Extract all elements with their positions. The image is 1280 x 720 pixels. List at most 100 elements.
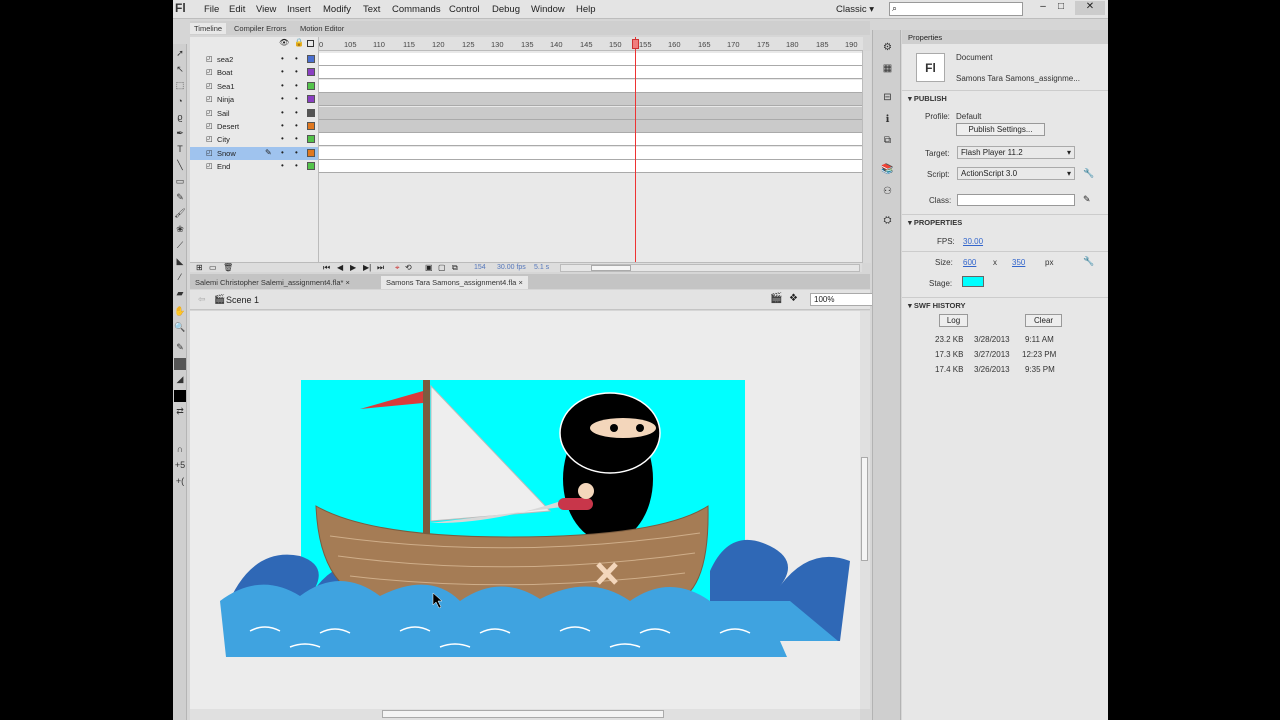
delete-layer-icon[interactable]: 🗑 (223, 263, 233, 272)
bone-tool-icon[interactable]: ⟋ (174, 240, 186, 252)
scroll-thumb[interactable] (861, 457, 868, 561)
back-arrow-icon[interactable]: ⇦ (198, 294, 206, 305)
pencil-tool-icon[interactable]: ✎ (174, 192, 186, 204)
stage-height[interactable]: 350 (1012, 258, 1025, 267)
frame-rate[interactable]: 30.00 fps (497, 264, 526, 271)
visibility-toggle[interactable]: • (281, 108, 284, 117)
stroke-color-icon[interactable]: ✎ (174, 342, 186, 354)
stage-horizontal-scrollbar[interactable] (190, 709, 860, 720)
lock-toggle[interactable]: • (295, 54, 298, 63)
stage-color-swatch[interactable] (962, 276, 984, 287)
menu-edit[interactable]: Edit (229, 4, 245, 15)
log-button[interactable]: Log (939, 314, 968, 327)
align-panel-icon[interactable]: ⊟ (881, 92, 894, 105)
code-snippets-icon[interactable]: ▦ (881, 63, 894, 76)
fps-value[interactable]: 30.00 (963, 237, 983, 246)
layer-row[interactable]: ◰ City • • (190, 133, 318, 146)
stage-area[interactable] (190, 311, 860, 709)
menu-modify[interactable]: Modify (323, 4, 351, 15)
properties-section-header[interactable]: ▾ PROPERTIES (908, 218, 962, 227)
lock-toggle[interactable]: • (295, 148, 298, 157)
lock-icon[interactable]: 🔒 (294, 38, 304, 47)
free-transform-icon[interactable]: ⬚ (174, 80, 186, 92)
layer-outline-color[interactable] (307, 55, 315, 63)
pen-tool-icon[interactable]: ✒ (174, 128, 186, 140)
swf-history-section-header[interactable]: ▾ SWF HISTORY (908, 301, 966, 310)
lock-toggle[interactable]: • (295, 67, 298, 76)
layer-row[interactable]: ◰ End • • (190, 160, 318, 173)
menu-debug[interactable]: Debug (492, 4, 520, 15)
motion-presets-icon[interactable]: ⚙ (881, 42, 894, 55)
menu-commands[interactable]: Commands (392, 4, 441, 15)
layer-row[interactable]: ◰ Ninja • • (190, 93, 318, 106)
target-select[interactable]: Flash Player 11.2 ▾ (957, 146, 1075, 159)
frame-row[interactable] (319, 79, 863, 93)
visibility-toggle[interactable]: • (281, 81, 284, 90)
layer-outline-color[interactable] (307, 162, 315, 171)
lock-toggle[interactable]: • (295, 161, 298, 170)
stage-width[interactable]: 600 (963, 258, 976, 267)
edit-multiple-icon[interactable]: ⧉ (452, 263, 458, 273)
lock-toggle[interactable]: • (295, 94, 298, 103)
subselection-tool-icon[interactable]: ↖ (174, 64, 186, 76)
help-search-input[interactable]: ⌕ (889, 2, 1023, 16)
minimize-button[interactable]: – (1035, 1, 1051, 15)
close-button[interactable]: ✕ (1075, 1, 1105, 15)
library-icon[interactable]: 📚 (881, 164, 894, 177)
3d-rotation-icon[interactable]: ◔ (174, 96, 186, 108)
menu-control[interactable]: Control (449, 4, 480, 15)
visibility-toggle[interactable]: • (281, 161, 284, 170)
frame-row[interactable] (319, 146, 863, 160)
layer-row[interactable]: ◰ Sea1 • • (190, 80, 318, 93)
menu-view[interactable]: View (256, 4, 276, 15)
playhead[interactable] (635, 37, 636, 263)
layer-row[interactable]: ◰ sea2 • • (190, 53, 318, 66)
scroll-thumb[interactable] (382, 710, 664, 718)
center-frame-icon[interactable]: ⌖ (395, 263, 400, 273)
new-folder-icon[interactable]: ▭ (209, 263, 217, 272)
layer-outline-color[interactable] (307, 108, 315, 117)
lock-toggle[interactable]: • (295, 134, 298, 143)
outline-icon[interactable] (307, 40, 314, 47)
publish-section-header[interactable]: ▾ PUBLISH (908, 94, 947, 103)
class-input[interactable] (957, 194, 1075, 206)
playhead-handle[interactable] (632, 39, 639, 49)
smooth-icon[interactable]: +5 (174, 460, 186, 472)
properties-tab[interactable]: Properties (902, 30, 1108, 44)
close-icon[interactable]: × (518, 278, 522, 287)
play-icon[interactable]: ▶ (350, 263, 356, 272)
hand-tool-icon[interactable]: ✋ (174, 306, 186, 318)
swap-colors-icon[interactable]: ⇄ (174, 406, 186, 418)
frame-row[interactable] (319, 53, 863, 66)
clear-button[interactable]: Clear (1025, 314, 1062, 327)
edit-scene-icon[interactable]: 🎬 (770, 293, 782, 304)
stroke-swatch[interactable] (174, 358, 186, 370)
visibility-toggle[interactable]: • (281, 94, 284, 103)
maximize-button[interactable]: □ (1053, 1, 1069, 15)
straighten-icon[interactable]: +( (174, 476, 186, 488)
timeline-horizontal-scrollbar[interactable] (560, 264, 860, 272)
eye-icon[interactable]: 👁 (279, 38, 289, 47)
timeline-vertical-scrollbar[interactable] (862, 51, 871, 263)
rectangle-tool-icon[interactable]: ▭ (174, 176, 186, 188)
lock-toggle[interactable]: • (295, 81, 298, 90)
menu-text[interactable]: Text (363, 4, 380, 15)
frame-row[interactable] (319, 133, 863, 147)
lasso-tool-icon[interactable]: ϱ (174, 112, 186, 124)
selection-tool-icon[interactable]: ➚ (174, 48, 186, 60)
size-settings-wrench-icon[interactable]: 🔧 (1083, 256, 1094, 267)
frame-row[interactable] (319, 120, 863, 133)
lock-toggle[interactable]: • (295, 121, 298, 130)
text-tool-icon[interactable]: T (174, 144, 186, 156)
visibility-toggle[interactable]: • (281, 148, 284, 157)
layer-outline-color[interactable] (307, 122, 315, 130)
script-settings-wrench-icon[interactable]: 🔧 (1083, 168, 1094, 179)
edit-symbols-icon[interactable]: ❖ (789, 293, 798, 304)
layer-outline-color[interactable] (307, 81, 315, 90)
menu-insert[interactable]: Insert (287, 4, 311, 15)
visibility-toggle[interactable]: • (281, 54, 284, 63)
stage-canvas[interactable] (190, 311, 860, 709)
layer-outline-color[interactable] (307, 148, 315, 157)
layer-row[interactable]: ◰ Sail • • (190, 107, 318, 120)
eyedropper-icon[interactable]: ⁄ (174, 272, 186, 284)
